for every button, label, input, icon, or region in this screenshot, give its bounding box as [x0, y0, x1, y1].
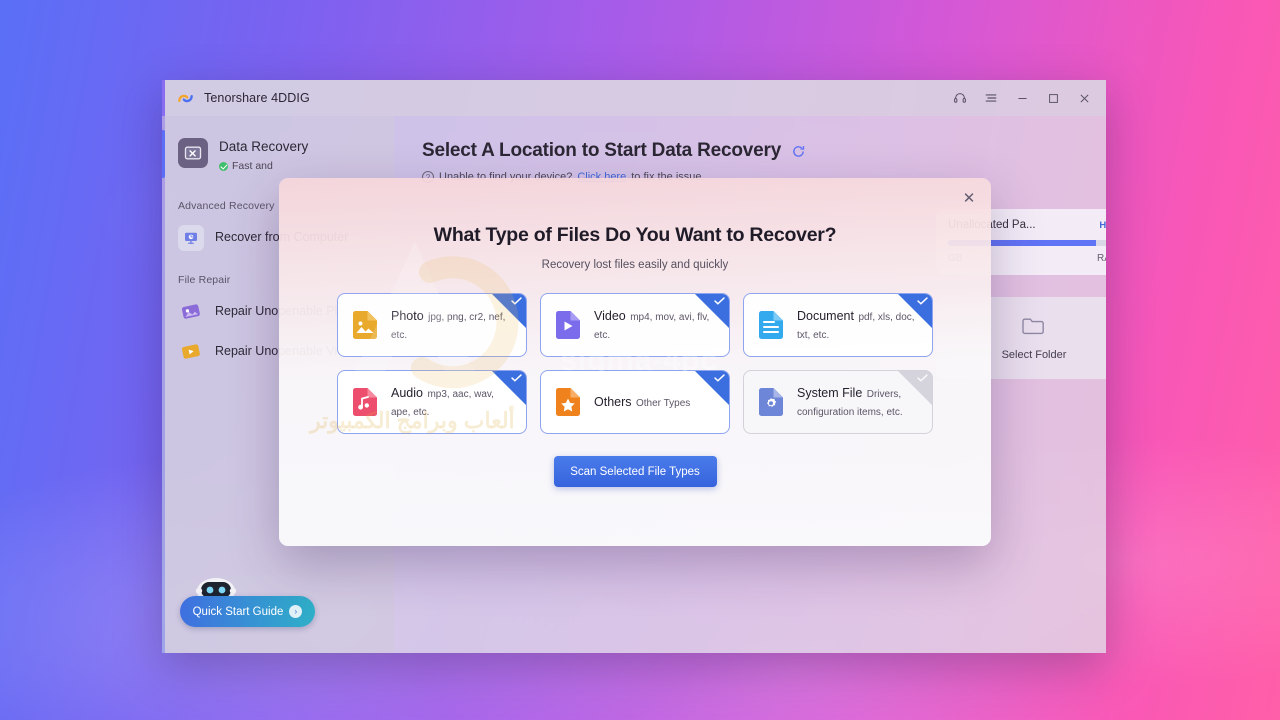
computer-icon: [178, 225, 204, 251]
data-recovery-icon: [178, 138, 208, 168]
sidebar-item-subtitle: Fast and: [219, 160, 308, 172]
others-file-icon: [553, 386, 583, 418]
sidebar-active-indicator: [162, 130, 165, 178]
verified-check-icon: [219, 161, 228, 171]
video-file-icon: [553, 309, 583, 341]
file-type-name: Audio: [391, 386, 423, 400]
file-type-name: System File: [797, 386, 863, 400]
file-type-text: System File Drivers, configuration items…: [797, 384, 920, 420]
photo-file-icon: [350, 309, 380, 341]
file-type-name: Video: [594, 309, 626, 323]
system-file-icon: [756, 386, 786, 418]
file-type-text: Video mp4, mov, avi, flv, etc.: [594, 307, 717, 343]
file-type-text: Audio mp3, aac, wav, ape, etc.: [391, 384, 514, 420]
check-icon: [714, 374, 725, 382]
scan-selected-file-types-button[interactable]: Scan Selected File Types: [553, 456, 717, 487]
photo-repair-icon: [178, 299, 204, 325]
dialog-title: What Type of Files Do You Want to Recove…: [433, 224, 837, 246]
file-type-text: Photo jpg, png, cr2, nef, etc.: [391, 307, 514, 343]
dialog-close-icon[interactable]: ✕: [959, 188, 979, 208]
file-type-card-document[interactable]: Document pdf, xls, doc, txt, etc.: [743, 293, 933, 357]
video-repair-icon: [178, 339, 204, 365]
sidebar-item-data-recovery[interactable]: Data Recovery Fast and: [162, 128, 394, 184]
quick-start-guide-label: Quick Start Guide: [192, 605, 284, 618]
app-brand: Tenorshare 4DDIG: [176, 89, 310, 108]
window-controls: [952, 90, 1096, 106]
close-icon[interactable]: [1076, 90, 1092, 106]
quick-start-guide[interactable]: Quick Start Guide ›: [180, 578, 315, 627]
maximize-icon[interactable]: [1045, 90, 1061, 106]
support-headset-icon[interactable]: [952, 90, 968, 106]
file-type-grid: Photo jpg, png, cr2, nef, etc. Video mp4…: [337, 293, 933, 434]
menu-icon[interactable]: [983, 90, 999, 106]
title-bar: Tenorshare 4DDIG: [162, 80, 1106, 116]
app-title: Tenorshare 4DDIG: [204, 91, 310, 105]
file-type-card-system-file[interactable]: System File Drivers, configuration items…: [743, 370, 933, 434]
file-type-extensions: Other Types: [635, 398, 691, 409]
file-type-card-photo[interactable]: Photo jpg, png, cr2, nef, etc.: [337, 293, 527, 357]
audio-file-icon: [350, 386, 380, 418]
check-icon: [917, 297, 928, 305]
sidebar-item-data-recovery-text: Data Recovery Fast and: [219, 138, 308, 172]
file-type-dialog: ✕ What Type of Files Do You Want to Reco…: [279, 178, 991, 546]
sidebar-item-label: Data Recovery: [219, 139, 309, 154]
file-type-name: Photo: [391, 309, 424, 323]
check-icon: [511, 297, 522, 305]
file-type-name: Document: [797, 309, 854, 323]
dialog-subtitle: Recovery lost files easily and quickly: [541, 259, 729, 271]
file-type-text: Document pdf, xls, doc, txt, etc.: [797, 307, 920, 343]
file-type-text: Others Other Types: [594, 393, 690, 411]
check-icon: [511, 374, 522, 382]
quick-start-guide-button[interactable]: Quick Start Guide ›: [180, 596, 315, 627]
file-type-card-others[interactable]: Others Other Types: [540, 370, 730, 434]
tenorshare-logo-icon: [176, 89, 195, 108]
check-icon: [917, 374, 928, 382]
check-icon: [714, 297, 725, 305]
minimize-icon[interactable]: [1014, 90, 1030, 106]
file-type-card-audio[interactable]: Audio mp3, aac, wav, ape, etc.: [337, 370, 527, 434]
file-type-name: Others: [594, 395, 632, 409]
document-file-icon: [756, 309, 786, 341]
chevron-right-icon: ›: [289, 605, 303, 618]
file-type-card-video[interactable]: Video mp4, mov, avi, flv, etc.: [540, 293, 730, 357]
